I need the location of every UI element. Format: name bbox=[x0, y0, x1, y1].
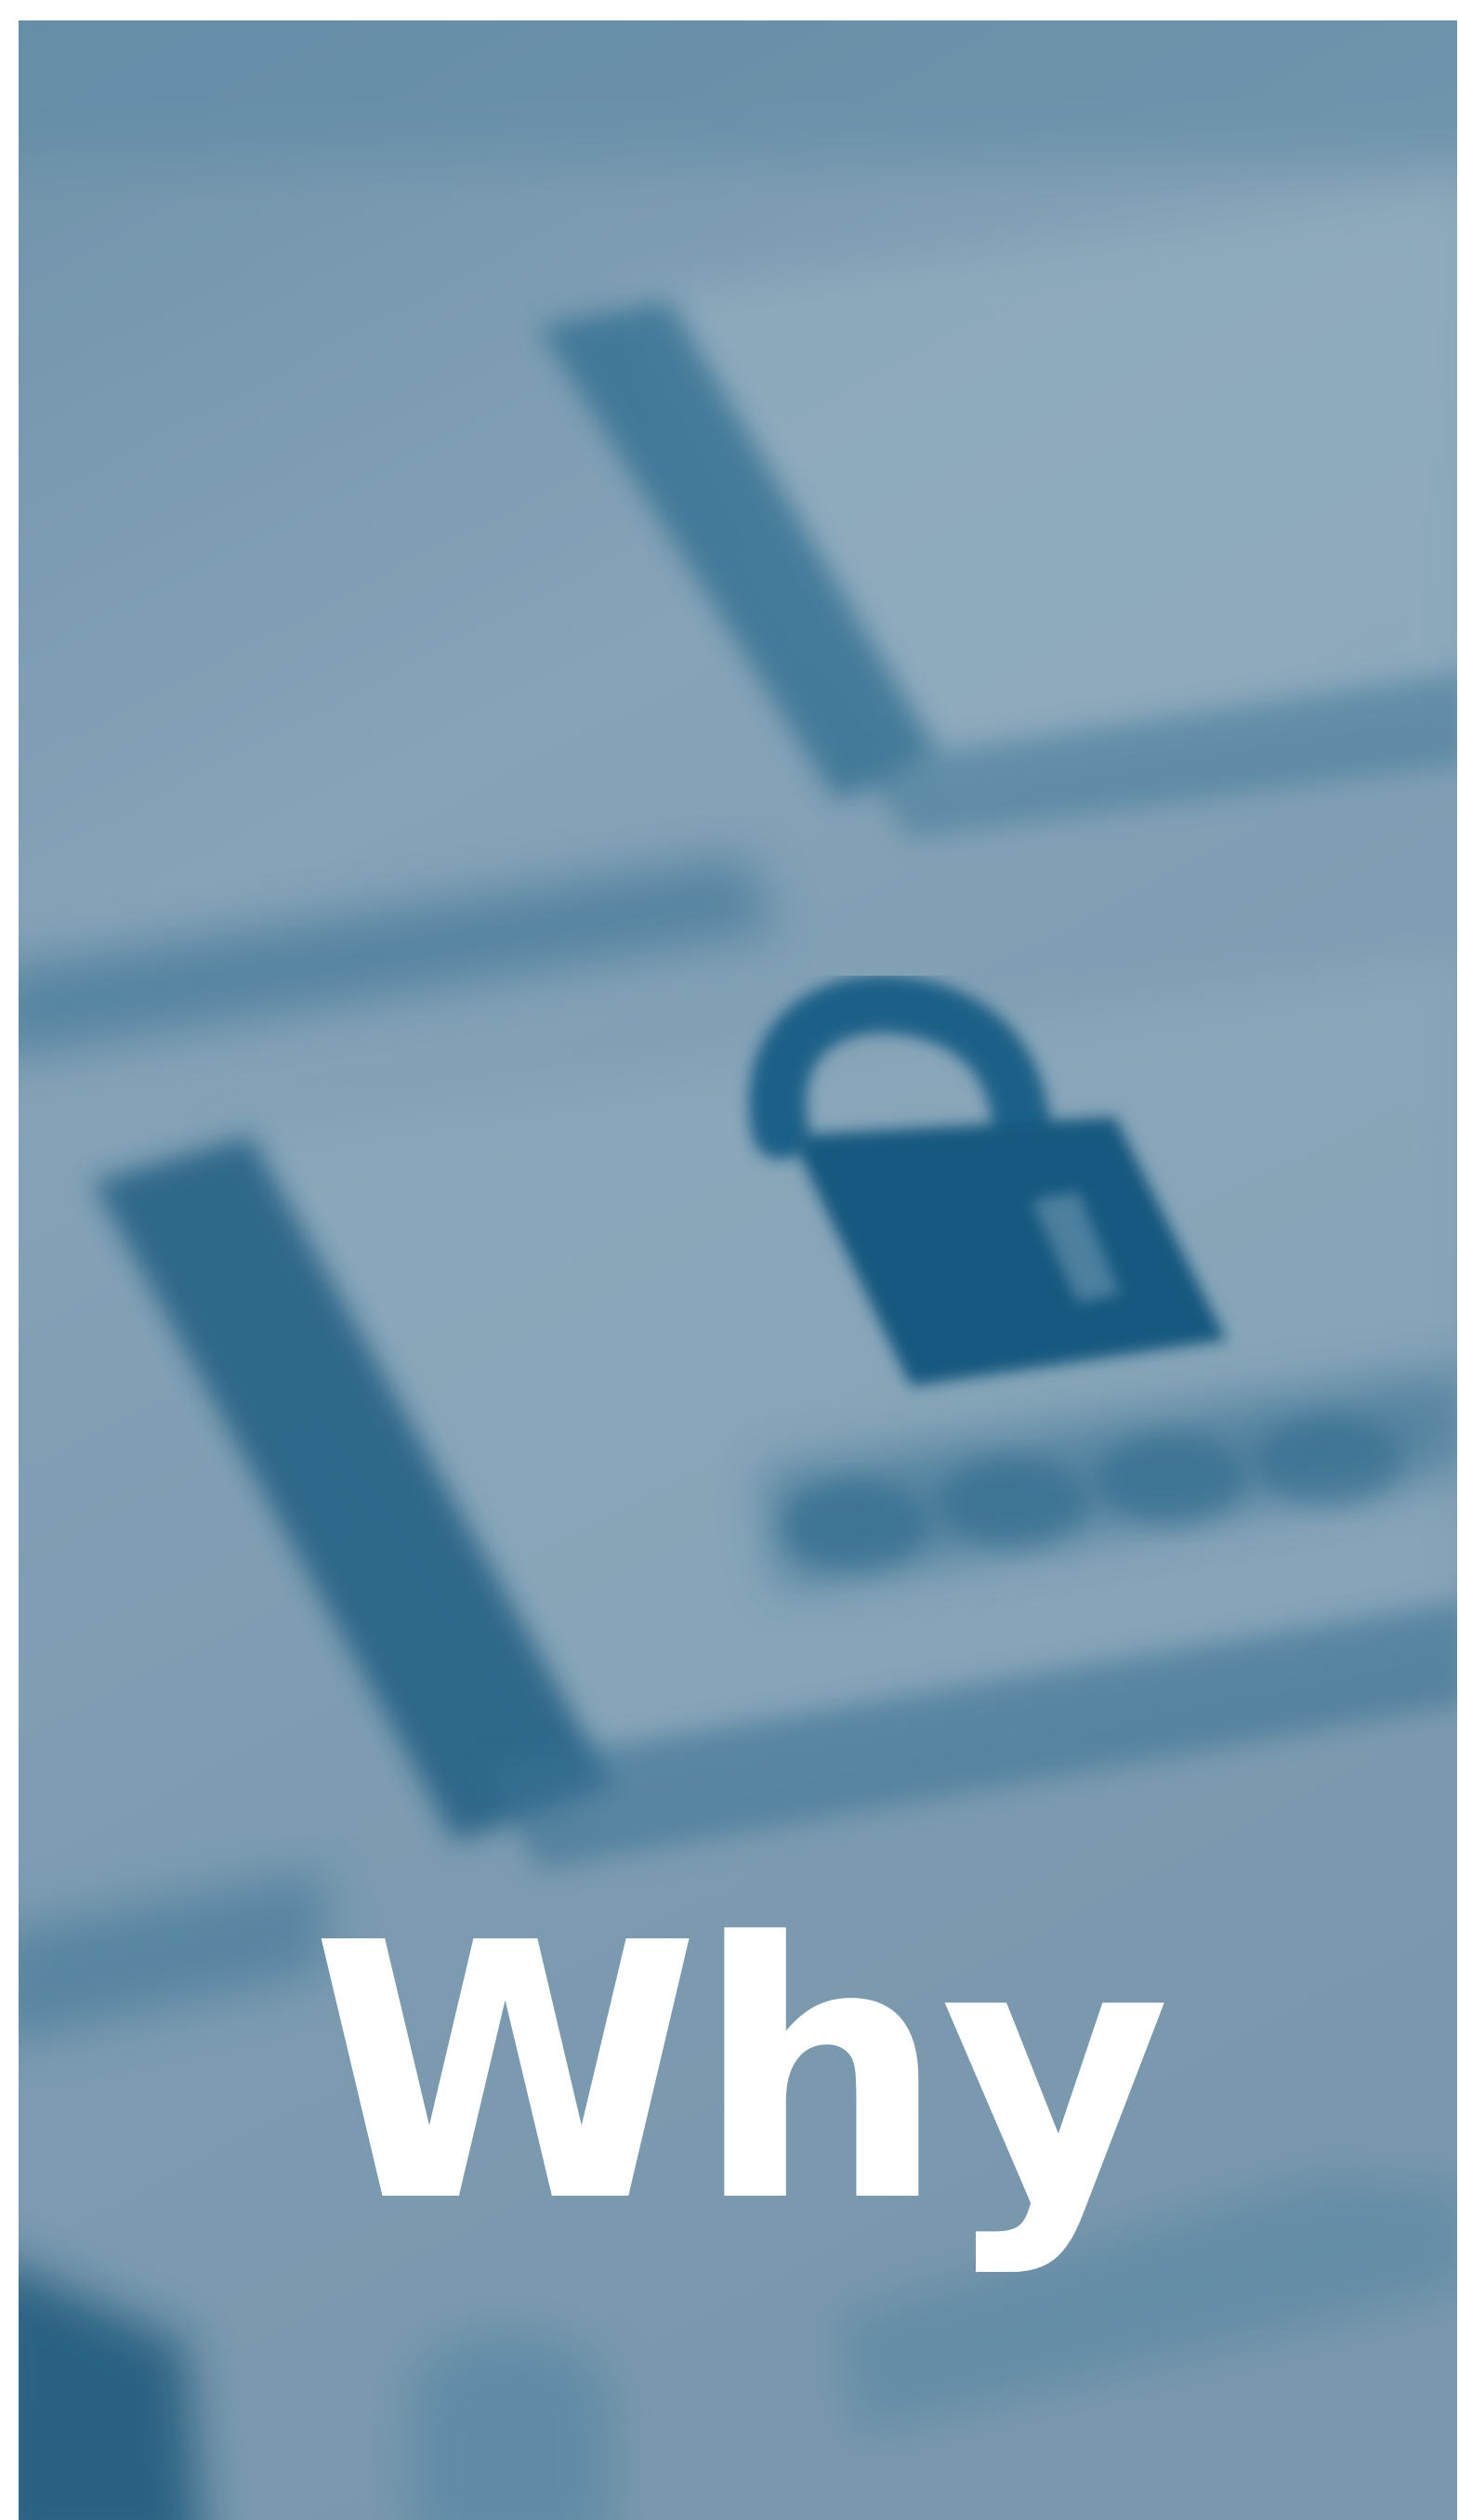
headline: Why bbox=[310, 1868, 1170, 2279]
hero-image-frame: Why bbox=[19, 20, 1457, 2520]
